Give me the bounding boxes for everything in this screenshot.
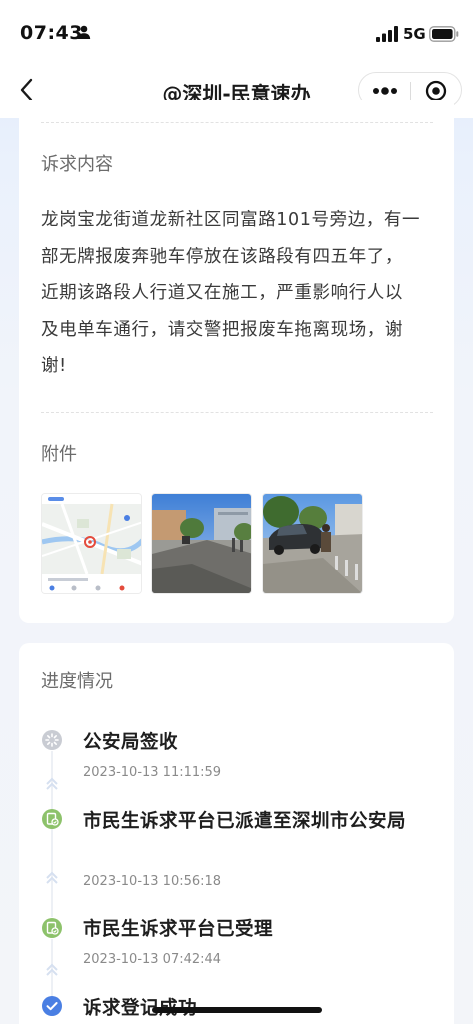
complaint-text: 龙岗宝龙街道龙新社区同富路101号旁边，有一 部无牌报废奔驰车停放在该路段有四五… (41, 202, 437, 385)
loading-icon (42, 730, 62, 750)
more-dots-icon[interactable] (372, 84, 398, 98)
home-indicator[interactable] (152, 1007, 322, 1013)
status-bar: 07:43 5G (0, 0, 473, 62)
check-circle-icon (42, 996, 62, 1016)
signal-icon (376, 26, 398, 42)
timeline-step-title: 市民生诉求平台已派遣至深圳市公安局 (83, 811, 407, 832)
complaint-line: 龙岗宝龙街道龙新社区同富路101号旁边，有一 (41, 210, 421, 230)
capsule-divider (410, 82, 411, 100)
street-photo-thumbnail[interactable] (151, 493, 252, 594)
map-screenshot-thumbnail[interactable] (41, 493, 142, 594)
timeline-step-title: 市民生诉求平台已受理 (83, 919, 274, 940)
progress-label: 进度情况 (41, 671, 113, 692)
chevron-up-double-icon (46, 963, 58, 976)
timeline-step-time: 2023-10-13 07:42:44 (83, 952, 222, 967)
status-time: 07:43 (20, 22, 83, 44)
target-circle-icon[interactable] (425, 80, 447, 102)
complaint-card: 诉求内容 龙岗宝龙街道龙新社区同富路101号旁边，有一 部无牌报废奔驰车停放在该… (19, 100, 454, 623)
attachments-label: 附件 (41, 444, 77, 465)
timeline-step-time: 2023-10-13 10:56:18 (83, 874, 222, 889)
car-photo-image (263, 494, 362, 593)
document-check-icon (42, 918, 62, 938)
car-photo-thumbnail[interactable] (262, 493, 363, 594)
person-icon (77, 25, 91, 39)
street-photo-image (152, 494, 251, 593)
divider (41, 122, 433, 123)
network-label: 5G (403, 25, 426, 43)
map-image (42, 494, 141, 593)
chevron-up-double-icon (46, 777, 58, 790)
complaint-line: 及电单车通行，请交警把报废车拖离现场，谢 (41, 319, 403, 340)
complaint-line: 近期该路段人行道又在施工，严重影响行人以 (41, 283, 403, 303)
complaint-label: 诉求内容 (41, 154, 113, 175)
timeline-step-title: 公安局签收 (83, 732, 179, 753)
battery-icon (429, 26, 459, 42)
document-check-icon (42, 809, 62, 829)
chevron-up-double-icon (46, 871, 58, 884)
complaint-line: 谢! (41, 356, 67, 376)
divider (41, 412, 433, 413)
progress-card: 进度情况 公安局签收 2023-10-13 11:11:59 市民生诉求平台已派… (19, 643, 454, 1024)
timeline-line (51, 751, 53, 917)
complaint-line: 部无牌报废奔驰车停放在该路段有四五年了， (41, 246, 403, 267)
timeline-step-time: 2023-10-13 11:11:59 (83, 765, 222, 780)
